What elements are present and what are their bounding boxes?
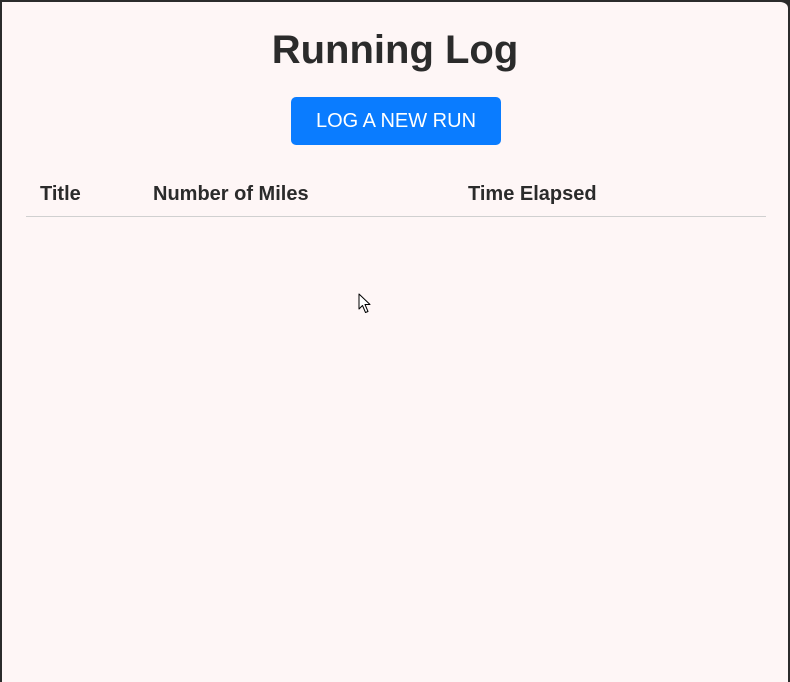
runs-table-header: Title Number of Miles Time Elapsed (26, 172, 766, 217)
mouse-pointer-icon (358, 293, 371, 313)
app-window: Running Log LOG A NEW RUN Title Number o… (0, 0, 788, 682)
header-row: Title Number of Miles Time Elapsed (26, 172, 766, 217)
column-header-miles: Number of Miles (153, 172, 468, 217)
runs-table: Title Number of Miles Time Elapsed (26, 172, 766, 217)
column-header-title: Title (26, 172, 153, 217)
page-title: Running Log (271, 28, 519, 72)
log-new-run-button[interactable]: LOG A NEW RUN (291, 97, 501, 145)
column-header-time: Time Elapsed (468, 172, 766, 217)
